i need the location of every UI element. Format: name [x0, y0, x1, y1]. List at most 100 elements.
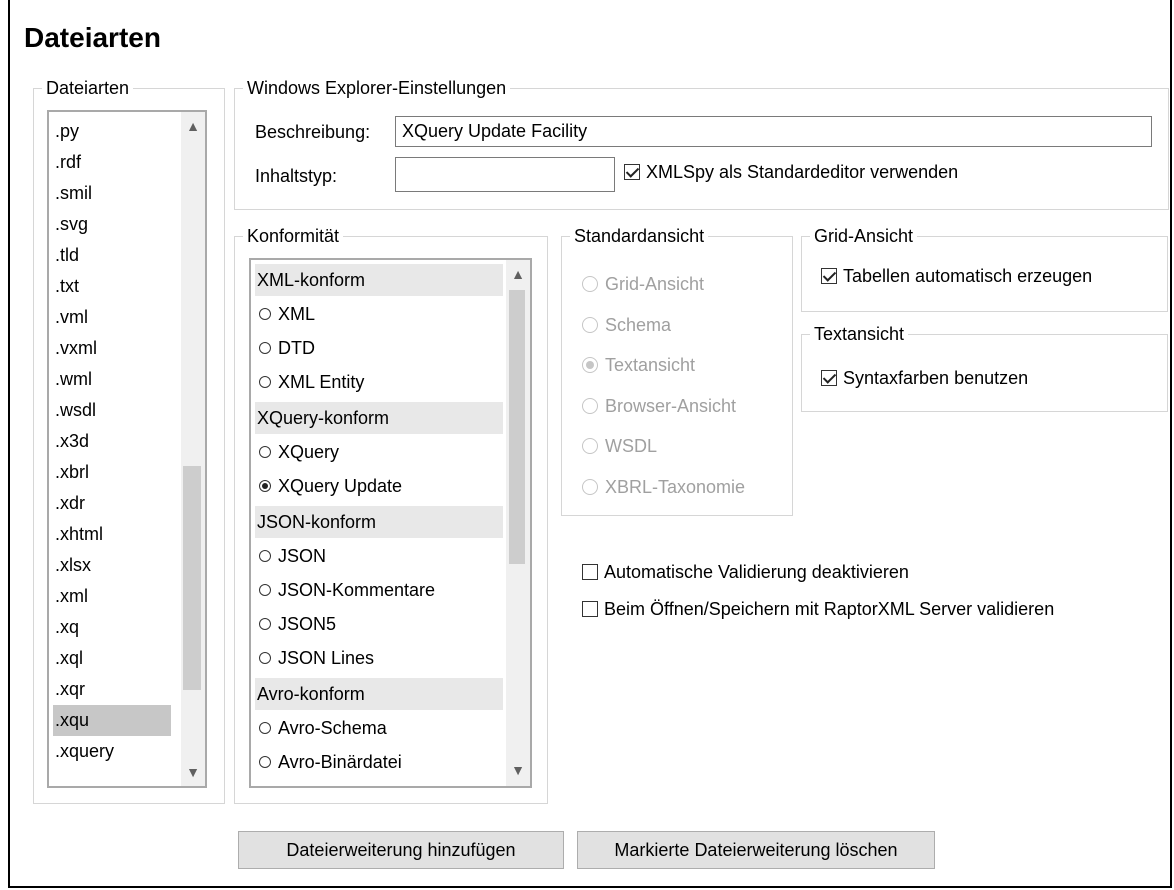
- conformance-radio-label: JSON Lines: [278, 648, 375, 668]
- raptor-validation-checkbox[interactable]: Beim Öffnen/Speichern mit RaptorXML Serv…: [582, 597, 1054, 621]
- add-extension-button[interactable]: Dateierweiterung hinzufügen: [238, 831, 564, 869]
- filetype-item[interactable]: .xdr: [53, 488, 171, 519]
- conformance-radio[interactable]: JSON: [255, 538, 503, 574]
- filetype-item[interactable]: .xqu: [53, 705, 171, 736]
- default-view-radio-label: XBRL-Taxonomie: [605, 476, 746, 497]
- conformance-radio[interactable]: XML Entity: [255, 364, 503, 400]
- radio-icon: [582, 316, 598, 333]
- default-view-legend: Standardansicht: [574, 226, 705, 246]
- conformance-scrollbar[interactable]: ▲ ▼: [506, 260, 530, 786]
- filetype-item[interactable]: .xql: [53, 643, 171, 674]
- disable-auto-validation-checkbox[interactable]: Automatische Validierung deaktivieren: [582, 560, 909, 584]
- filetypes-scrollbar[interactable]: ▲ ▼: [181, 112, 205, 786]
- conformance-radio-label: XML Entity: [278, 372, 365, 392]
- scroll-up-icon[interactable]: ▲: [508, 264, 528, 284]
- default-view-radio-label: Schema: [605, 314, 672, 335]
- description-input[interactable]: XQuery Update Facility: [395, 116, 1152, 147]
- filetypes-legend: Dateiarten: [46, 78, 130, 98]
- description-label: Beschreibung:: [255, 122, 371, 142]
- conformance-radio[interactable]: Avro-Binärdatei: [255, 744, 503, 780]
- default-view-radio: XBRL-Taxonomie: [582, 475, 745, 499]
- conformance-radio-label: DTD: [278, 338, 315, 358]
- auto-create-tables-checkbox[interactable]: Tabellen automatisch erzeugen: [821, 264, 1092, 288]
- radio-icon: [259, 376, 271, 388]
- checkbox-icon: [582, 601, 598, 617]
- default-view-radio: Grid-Ansicht: [582, 272, 704, 296]
- content-type-label: Inhaltstyp:: [255, 166, 338, 186]
- radio-icon: [259, 652, 271, 664]
- filetypes-list[interactable]: .py .rdf .smil .svg .tld .txt .vml .vxml .wml .ws…: [47, 110, 207, 788]
- filetype-item[interactable]: .wml: [53, 364, 171, 395]
- filetype-item[interactable]: .xbrl: [53, 457, 171, 488]
- radio-icon: [259, 308, 271, 320]
- content-type-input[interactable]: [395, 157, 615, 192]
- filetypes-scrollbar-thumb[interactable]: [183, 466, 201, 690]
- filetype-item[interactable]: .txt: [53, 271, 171, 302]
- conformance-radio-label: JSON: [278, 546, 327, 566]
- default-view-group: Standardansicht Grid-Ansicht Schema Textan…: [561, 226, 793, 516]
- default-editor-checkbox[interactable]: XMLSpy als Standardeditor verwenden: [624, 160, 958, 184]
- conformance-radio[interactable]: XQuery Update: [255, 468, 503, 504]
- checkbox-icon: [821, 268, 837, 284]
- conformance-radio-label: XQuery Update: [278, 476, 403, 496]
- filetype-item[interactable]: .xlsx: [53, 550, 171, 581]
- scroll-down-icon[interactable]: ▼: [183, 762, 203, 782]
- radio-icon: [582, 438, 598, 454]
- grid-view-legend: Grid-Ansicht: [814, 226, 914, 246]
- conformance-radio-label: XQuery: [278, 442, 340, 462]
- text-view-legend: Textansicht: [814, 324, 905, 344]
- filetype-item[interactable]: .xqr: [53, 674, 171, 705]
- conformance-radio[interactable]: DTD: [255, 330, 503, 366]
- conformance-scrollbar-thumb[interactable]: [509, 290, 525, 564]
- checkbox-icon: [821, 370, 837, 386]
- disable-auto-validation-label: Automatische Validierung deaktivieren: [604, 562, 909, 582]
- default-view-radio-label: Textansicht: [605, 355, 696, 375]
- filetype-item[interactable]: .xhtml: [53, 519, 171, 550]
- scroll-down-icon[interactable]: ▼: [508, 760, 528, 780]
- conformance-radio[interactable]: JSON Lines: [255, 640, 503, 676]
- conformance-list[interactable]: XML-konform XML DTD XML Entity XQuery-konfor…: [249, 258, 532, 788]
- checkbox-icon: [624, 164, 640, 180]
- default-view-radio-label: WSDL: [605, 436, 658, 456]
- filetype-item[interactable]: .xq: [53, 612, 171, 643]
- conformance-radio[interactable]: JSON5: [255, 606, 503, 642]
- conformance-radio[interactable]: XQuery: [255, 434, 503, 470]
- filetype-item[interactable]: .py: [53, 116, 171, 147]
- filetype-item[interactable]: .smil: [53, 178, 171, 209]
- conformance-radio[interactable]: Avro-Schema: [255, 710, 503, 746]
- explorer-settings-legend: Windows Explorer-Einstellungen: [247, 78, 507, 98]
- conformance-radio[interactable]: JSON-Kommentare: [255, 572, 503, 608]
- filetype-item[interactable]: .wsdl: [53, 395, 171, 426]
- conformance-radio[interactable]: XML: [255, 296, 503, 332]
- page-title: Dateiarten: [24, 22, 161, 53]
- radio-icon: [582, 478, 598, 495]
- conformance-radio-label: JSON-Kommentare: [278, 580, 436, 600]
- default-view-radio: Browser-Ansicht: [582, 394, 736, 418]
- conformance-group-header: Avro-konform: [255, 678, 503, 710]
- radio-icon: [259, 342, 271, 354]
- radio-icon: [259, 550, 271, 562]
- filetype-item[interactable]: .x3d: [53, 426, 171, 457]
- radio-icon: [259, 618, 271, 630]
- filetype-item[interactable]: .xquery: [53, 736, 171, 767]
- filetype-item[interactable]: .tld: [53, 240, 171, 271]
- radio-icon: [582, 357, 598, 373]
- filetype-item[interactable]: .svg: [53, 209, 171, 240]
- radio-icon: [582, 276, 598, 292]
- radio-icon: [259, 756, 271, 768]
- filetype-item[interactable]: .rdf: [53, 147, 171, 178]
- auto-create-tables-label: Tabellen automatisch erzeugen: [843, 266, 1093, 286]
- conformance-radio-label: Avro-Binärdatei: [278, 752, 402, 772]
- syntax-coloring-checkbox[interactable]: Syntaxfarben benutzen: [821, 366, 1028, 390]
- syntax-coloring-label: Syntaxfarben benutzen: [843, 368, 1029, 388]
- filetype-item[interactable]: .xml: [53, 581, 171, 612]
- delete-extension-button[interactable]: Markierte Dateierweiterung löschen: [577, 831, 935, 869]
- scroll-up-icon[interactable]: ▲: [183, 116, 203, 136]
- filetype-item[interactable]: .vxml: [53, 333, 171, 364]
- radio-icon: [582, 397, 598, 414]
- default-view-radio-label: Grid-Ansicht: [605, 274, 705, 294]
- default-view-radio: WSDL: [582, 434, 657, 458]
- raptor-validation-label: Beim Öffnen/Speichern mit RaptorXML Serv…: [604, 599, 1055, 619]
- conformance-group-header: XML-konform: [255, 264, 503, 296]
- filetype-item[interactable]: .vml: [53, 302, 171, 333]
